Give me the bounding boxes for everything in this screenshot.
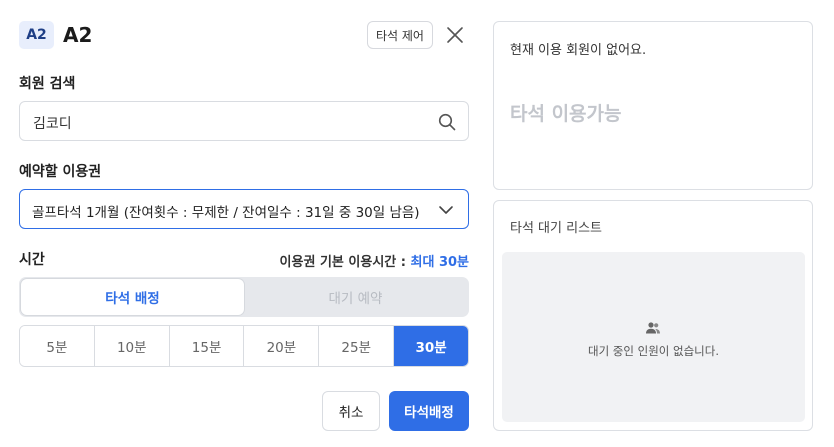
duration-option-5[interactable]: 5분 <box>20 326 95 366</box>
seat-control-button[interactable]: 타석 제어 <box>367 21 433 49</box>
duration-selector: 5분 10분 15분 20분 25분 30분 <box>19 325 469 367</box>
wait-list-title: 타석 대기 리스트 <box>510 221 602 236</box>
wait-list-empty-text: 대기 중인 인원이 없습니다. <box>587 344 719 358</box>
duration-option-25[interactable]: 25분 <box>319 326 395 366</box>
seat-status-panel: 현재 이용 회원이 없어요. 타석 이용가능 <box>493 21 813 190</box>
default-time-prefix: 이용권 기본 이용시간 : <box>279 255 411 270</box>
duration-option-30[interactable]: 30분 <box>394 326 468 366</box>
assign-mode-tabs: 타석 배정 대기 예약 <box>19 277 469 317</box>
member-search-value[interactable]: 김코디 <box>33 113 72 133</box>
wait-list-empty-area: 대기 중인 인원이 없습니다. <box>502 252 805 422</box>
member-search-input[interactable]: 김코디 <box>19 101 469 141</box>
wait-list-panel: 타석 대기 리스트 대기 중인 인원이 없습니다. <box>493 200 813 431</box>
cancel-button[interactable]: 취소 <box>322 391 380 431</box>
duration-option-20[interactable]: 20분 <box>244 326 320 366</box>
seat-title: A2 <box>63 23 93 47</box>
default-time-info: 이용권 기본 이용시간 : 최대 30분 <box>280 251 469 270</box>
close-icon <box>447 27 463 43</box>
member-search-label: 회원 검색 <box>19 76 76 92</box>
chevron-down-icon <box>439 206 453 214</box>
seat-badge: A2 <box>19 21 54 49</box>
people-icon <box>646 322 660 334</box>
tab-seat-assign[interactable]: 타석 배정 <box>21 279 244 315</box>
default-time-value: 최대 30분 <box>410 255 470 270</box>
search-icon[interactable] <box>437 112 457 132</box>
no-current-member-text: 현재 이용 회원이 없어요. <box>510 43 647 58</box>
time-label: 시간 <box>19 252 45 268</box>
assign-seat-button[interactable]: 타석배정 <box>389 391 469 431</box>
pass-label: 예약할 이용권 <box>19 164 102 180</box>
duration-option-15[interactable]: 15분 <box>169 326 245 366</box>
pass-select-value: 골프타석 1개월 (잔여횟수 : 무제한 / 잔여일수 : 31일 중 30일 … <box>32 205 420 221</box>
tab-wait-reserve[interactable]: 대기 예약 <box>244 279 467 315</box>
duration-option-10[interactable]: 10분 <box>94 326 170 366</box>
seat-availability-text: 타석 이용가능 <box>510 103 622 125</box>
close-button[interactable] <box>443 23 467 47</box>
pass-select[interactable]: 골프타석 1개월 (잔여횟수 : 무제한 / 잔여일수 : 31일 중 30일 … <box>19 189 469 229</box>
